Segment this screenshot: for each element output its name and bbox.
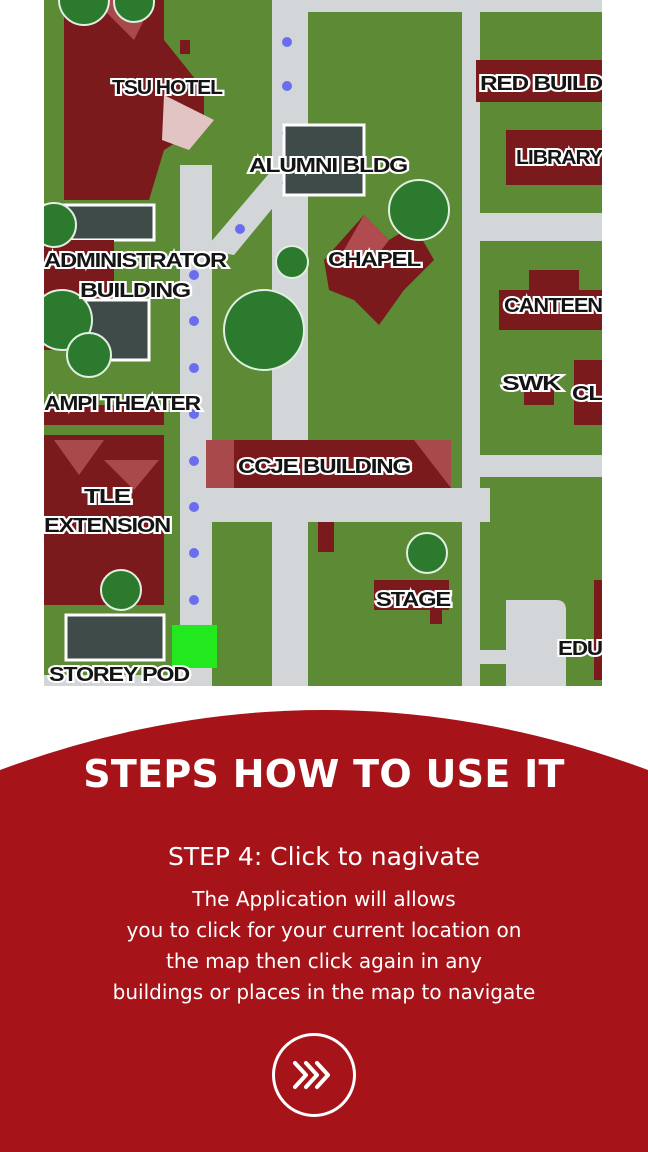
campus-map[interactable]: TSU HOTEL RED BUILD ALUMNI BLDG LIBRARY … [44, 0, 602, 686]
label-ccje-building[interactable]: CCJE BUILDING [236, 454, 414, 480]
step-description-line: you to click for your current location o… [126, 918, 522, 942]
label-red-building[interactable]: RED BUILD [478, 71, 602, 97]
label-administrator-building[interactable]: BUILDING [78, 278, 194, 304]
label-storey-pod[interactable]: STOREY POD [47, 662, 193, 686]
step-description-line: the map then click again in any [165, 949, 483, 973]
label-cl[interactable]: CL [570, 381, 602, 407]
label-stage[interactable]: STAGE [374, 587, 454, 613]
instructions-panel: STEPS HOW TO USE IT STEP 4: Click to nag… [0, 690, 648, 1152]
triple-chevron-right-icon [293, 1061, 330, 1089]
label-ampi-theater[interactable]: AMPI THEATER [44, 391, 205, 417]
campus-map-canvas[interactable]: TSU HOTEL RED BUILD ALUMNI BLDG LIBRARY … [44, 0, 602, 686]
next-step-button[interactable] [272, 1033, 356, 1117]
current-location-marker[interactable] [172, 625, 217, 668]
label-tle[interactable]: TLE [82, 484, 134, 510]
label-tsu-hotel[interactable]: TSU HOTEL [110, 75, 226, 101]
label-tle-extension[interactable]: EXTENSION [44, 513, 174, 539]
step-description-line: buildings or places in the map to naviga… [112, 980, 536, 1004]
label-administrator[interactable]: ADMINISTRATOR [44, 248, 231, 274]
label-canteen[interactable]: CANTEEN [502, 293, 602, 319]
label-swk[interactable]: SWK [500, 371, 565, 397]
step-description-line: The Application will allows [192, 887, 456, 911]
panel-title: STEPS HOW TO USE IT [83, 752, 565, 796]
label-alumni-bldg[interactable]: ALUMNI BLDG [247, 153, 411, 179]
label-edu[interactable]: EDU [556, 636, 602, 662]
step-description: The Application will allows you to click… [60, 884, 588, 1008]
step-title: STEP 4: Click to nagivate [167, 842, 481, 871]
label-chapel[interactable]: CHAPEL [326, 247, 424, 273]
label-library[interactable]: LIBRARY [514, 145, 602, 171]
